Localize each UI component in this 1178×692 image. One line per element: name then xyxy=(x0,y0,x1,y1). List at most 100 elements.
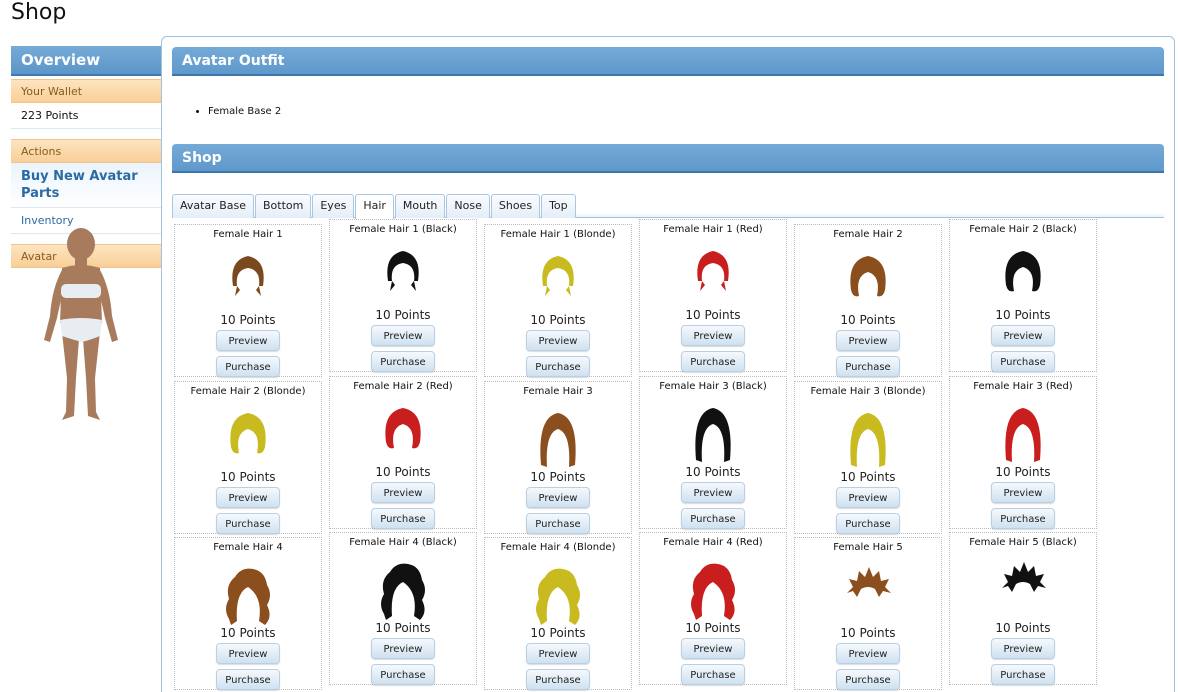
hair-item-icon xyxy=(540,413,576,467)
hair-item-icon xyxy=(536,568,580,625)
shop-item-name: Female Hair 1 (Red) xyxy=(663,224,763,235)
preview-button[interactable]: Preview xyxy=(371,482,435,503)
tab-avatar-base[interactable]: Avatar Base xyxy=(172,194,254,218)
shop-item-card: Female Hair 3 (Black) 10 Points Preview Pur… xyxy=(639,376,787,529)
purchase-button[interactable]: Purchase xyxy=(836,356,900,377)
purchase-button[interactable]: Purchase xyxy=(836,669,900,690)
shop-item-price: 10 Points xyxy=(220,626,276,640)
hair-item-icon xyxy=(695,408,731,462)
sidebar-header: Overview xyxy=(11,46,161,76)
shop-item-card: Female Hair 3 10 Points Preview Purchase xyxy=(484,381,632,534)
tab-eyes[interactable]: Eyes xyxy=(312,194,355,218)
shop-item-price: 10 Points xyxy=(220,313,276,327)
shop-item-name: Female Hair 5 xyxy=(833,542,903,553)
shop-item-name: Female Hair 3 (Red) xyxy=(973,381,1073,392)
hair-item-icon xyxy=(387,251,419,291)
shop-item-card: Female Hair 4 (Black) 10 Points Preview Pur… xyxy=(329,532,477,685)
shop-item-name: Female Hair 3 xyxy=(523,386,593,397)
shop-item-name: Female Hair 2 xyxy=(833,229,903,240)
preview-button[interactable]: Preview xyxy=(991,325,1055,346)
preview-button[interactable]: Preview xyxy=(216,643,280,664)
shop-item-price: 10 Points xyxy=(840,470,896,484)
hair-item-icon xyxy=(230,413,266,454)
shop-item-price: 10 Points xyxy=(375,621,431,635)
preview-button[interactable]: Preview xyxy=(681,325,745,346)
shop-item-card: Female Hair 2 10 Points Preview Purchase xyxy=(794,224,942,377)
shop-item-price: 10 Points xyxy=(220,470,276,484)
shop-item-price: 10 Points xyxy=(375,308,431,322)
shop-item-card: Female Hair 4 (Blonde) 10 Points Preview Pu… xyxy=(484,537,632,690)
shop-header: Shop xyxy=(172,144,1164,173)
tab-shoes[interactable]: Shoes xyxy=(490,194,541,218)
hair-item-icon xyxy=(542,256,574,296)
shop-item-card: Female Hair 3 (Blonde) 10 Points Preview Pu… xyxy=(794,381,942,534)
actions-section-label: Actions xyxy=(11,139,161,163)
shop-item-card: Female Hair 2 (Black) 10 Points Preview Pur… xyxy=(949,219,1097,372)
shop-item-card: Female Hair 4 10 Points Preview Purchase xyxy=(174,537,322,690)
shop-item-name: Female Hair 1 (Black) xyxy=(349,224,457,235)
shop-item-price: 10 Points xyxy=(840,626,896,640)
tab-top[interactable]: Top xyxy=(541,194,576,218)
purchase-button[interactable]: Purchase xyxy=(991,508,1055,529)
shop-item-card: Female Hair 1 (Blonde) 10 Points Preview Pu… xyxy=(484,224,632,377)
tab-hair[interactable]: Hair xyxy=(355,194,394,219)
purchase-button[interactable]: Purchase xyxy=(991,664,1055,685)
shop-item-price: 10 Points xyxy=(530,313,586,327)
preview-button[interactable]: Preview xyxy=(526,330,590,351)
purchase-button[interactable]: Purchase xyxy=(681,351,745,372)
purchase-button[interactable]: Purchase xyxy=(371,351,435,372)
hair-item-icon xyxy=(697,251,729,291)
shop-item-name: Female Hair 4 (Blonde) xyxy=(500,542,616,553)
preview-button[interactable]: Preview xyxy=(526,487,590,508)
purchase-button[interactable]: Purchase xyxy=(216,356,280,377)
shop-item-name: Female Hair 2 (Red) xyxy=(353,381,453,392)
purchase-button[interactable]: Purchase xyxy=(371,664,435,685)
shop-item-price: 10 Points xyxy=(995,621,1051,635)
preview-button[interactable]: Preview xyxy=(526,643,590,664)
buy-new-avatar-parts-link[interactable]: Buy New Avatar Parts xyxy=(11,163,161,208)
hair-item-icon xyxy=(381,563,425,620)
preview-button[interactable]: Preview xyxy=(836,330,900,351)
shop-item-price: 10 Points xyxy=(840,313,896,327)
tab-nose[interactable]: Nose xyxy=(446,194,490,218)
shop-item-price: 10 Points xyxy=(530,626,586,640)
preview-button[interactable]: Preview xyxy=(836,487,900,508)
shop-item-name: Female Hair 3 (Black) xyxy=(659,381,767,392)
shop-item-card: Female Hair 1 (Red) 10 Points Preview Purch… xyxy=(639,219,787,372)
preview-button[interactable]: Preview xyxy=(681,638,745,659)
purchase-button[interactable]: Purchase xyxy=(526,513,590,534)
shop-item-price: 10 Points xyxy=(530,470,586,484)
preview-button[interactable]: Preview xyxy=(371,638,435,659)
preview-button[interactable]: Preview xyxy=(836,643,900,664)
purchase-button[interactable]: Purchase xyxy=(526,356,590,377)
shop-item-card: Female Hair 2 (Blonde) 10 Points Preview Pu… xyxy=(174,381,322,534)
shop-item-name: Female Hair 3 (Blonde) xyxy=(810,386,926,397)
preview-button[interactable]: Preview xyxy=(991,482,1055,503)
purchase-button[interactable]: Purchase xyxy=(681,508,745,529)
tab-bottom[interactable]: Bottom xyxy=(255,194,312,218)
shop-item-price: 10 Points xyxy=(685,621,741,635)
wallet-points: 223 Points xyxy=(11,103,161,129)
purchase-button[interactable]: Purchase xyxy=(526,669,590,690)
outfit-item: Female Base 2 xyxy=(208,106,281,117)
purchase-button[interactable]: Purchase xyxy=(836,513,900,534)
purchase-button[interactable]: Purchase xyxy=(991,351,1055,372)
purchase-button[interactable]: Purchase xyxy=(371,508,435,529)
tab-mouth[interactable]: Mouth xyxy=(394,194,446,218)
shop-tabs: Avatar Base Bottom Eyes Hair Mouth Nose … xyxy=(172,194,1164,219)
purchase-button[interactable]: Purchase xyxy=(681,664,745,685)
shop-item-name: Female Hair 2 (Blonde) xyxy=(190,386,306,397)
preview-button[interactable]: Preview xyxy=(216,330,280,351)
purchase-button[interactable]: Purchase xyxy=(216,513,280,534)
shop-item-card: Female Hair 2 (Red) 10 Points Preview Purch… xyxy=(329,376,477,529)
preview-button[interactable]: Preview xyxy=(371,325,435,346)
shop-item-name: Female Hair 4 xyxy=(213,542,283,553)
hair-item-icon xyxy=(226,568,270,625)
wallet-section-label: Your Wallet xyxy=(11,79,161,103)
preview-button[interactable]: Preview xyxy=(216,487,280,508)
preview-button[interactable]: Preview xyxy=(681,482,745,503)
preview-button[interactable]: Preview xyxy=(991,638,1055,659)
purchase-button[interactable]: Purchase xyxy=(216,669,280,690)
hair-item-icon xyxy=(385,408,421,449)
hair-item-icon xyxy=(691,563,735,620)
